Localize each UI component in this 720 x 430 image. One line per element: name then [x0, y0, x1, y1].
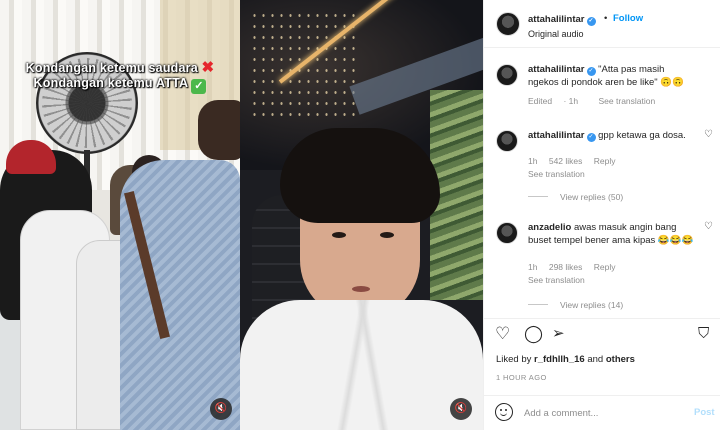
- right-video[interactable]: 🔇: [240, 0, 483, 430]
- emoji-icon[interactable]: [495, 403, 513, 421]
- like-comment-heart-icon[interactable]: ♡: [704, 129, 713, 140]
- left-video[interactable]: Kondangan ketemu saudara ✖ Kondangan ket…: [0, 0, 240, 430]
- comment-meta: Edited · 1h See translation: [528, 96, 664, 106]
- person-eye-left: [332, 232, 346, 238]
- check-mark-icon: ✓: [191, 79, 207, 94]
- comment-meta-2: See translation: [528, 169, 594, 179]
- reply-button[interactable]: Reply: [594, 262, 616, 272]
- liked-by: Liked by r_fdhllh_16 and others: [496, 354, 635, 365]
- see-translation-link[interactable]: See translation: [599, 96, 656, 106]
- liked-by-user[interactable]: r_fdhllh_16: [534, 354, 585, 365]
- avatar[interactable]: [496, 130, 518, 152]
- comments-list[interactable]: attahalilintar ✓ "Atta pas masih ngekos d…: [484, 48, 720, 316]
- username-text[interactable]: attahalilintar: [528, 14, 585, 25]
- heart-icon[interactable]: ♡: [495, 323, 510, 345]
- mute-button[interactable]: 🔇: [210, 398, 232, 420]
- comment-body: attahalilintar ✓ gpp ketawa ga dosa.: [528, 129, 696, 142]
- comment-text: gpp ketawa ga dosa.: [598, 130, 686, 141]
- comment-icon[interactable]: ◯: [524, 323, 543, 345]
- video-caption-line1: Kondangan ketemu saudara ✖: [0, 58, 240, 76]
- see-translation-link[interactable]: See translation: [528, 275, 585, 285]
- comment-likes[interactable]: 298 likes: [549, 262, 583, 272]
- edited-label: Edited · 1h: [528, 96, 579, 106]
- caption-line2-text: Kondangan ketemu ATTA: [33, 76, 188, 90]
- avatar[interactable]: [496, 64, 518, 86]
- add-comment-bar: Post: [484, 395, 720, 430]
- bookmark-icon[interactable]: ⛉: [698, 323, 709, 345]
- comment-time: 1h: [528, 262, 538, 272]
- liked-by-others[interactable]: others: [606, 354, 635, 365]
- post-actions: ♡ ◯ ➢ ⛉: [484, 318, 720, 348]
- audio-label[interactable]: Original audio: [528, 29, 584, 39]
- like-comment-heart-icon[interactable]: ♡: [704, 221, 713, 232]
- speaker-muted-icon: 🔇: [454, 403, 468, 414]
- avatar[interactable]: [496, 222, 518, 244]
- mute-button-right[interactable]: 🔇: [450, 398, 472, 420]
- video-caption-line2: Kondangan ketemu ATTA ✓: [0, 76, 240, 94]
- liked-by-and: and: [587, 354, 604, 365]
- comment-username[interactable]: attahalilintar: [528, 64, 585, 75]
- white-shirt: [240, 300, 483, 430]
- post-timestamp[interactable]: 1 HOUR AGO: [496, 373, 547, 382]
- comment-body: anzadelio awas masuk angin bang buset te…: [528, 221, 696, 247]
- comment-likes[interactable]: 542 likes: [549, 156, 583, 166]
- guest-blue-shirt: [120, 160, 240, 430]
- verified-badge-icon: ✓: [586, 133, 596, 142]
- comment-username[interactable]: attahalilintar: [528, 130, 585, 141]
- see-translation-link[interactable]: See translation: [528, 169, 585, 179]
- guest-blue-shirt-head: [198, 100, 240, 160]
- speaker-muted-icon: 🔇: [214, 403, 228, 414]
- caption-line1-text: Kondangan ketemu saudara: [25, 61, 198, 75]
- view-replies-button[interactable]: View replies (50): [528, 192, 623, 202]
- post-side-panel: attahalilintar ✓ • Follow Original audio …: [483, 0, 720, 430]
- comment-meta-2: See translation: [528, 275, 594, 285]
- person-mouth: [352, 286, 370, 292]
- person-eye-right: [380, 232, 394, 238]
- post-header: attahalilintar ✓ • Follow Original audio: [484, 0, 720, 48]
- verified-badge-icon: ✓: [586, 67, 596, 76]
- follow-button[interactable]: Follow: [613, 13, 643, 24]
- comment-body: attahalilintar ✓ "Atta pas masih ngekos d…: [528, 63, 696, 89]
- comment-meta: 1h 542 likes Reply: [528, 156, 625, 166]
- verified-badge-icon: ✓: [586, 17, 596, 26]
- share-icon[interactable]: ➢: [552, 323, 565, 345]
- liked-by-prefix: Liked by: [496, 354, 532, 365]
- comment-time: 1h: [528, 156, 538, 166]
- comment-input[interactable]: [524, 405, 674, 421]
- separator-dot: •: [604, 13, 608, 24]
- comment-meta: 1h 298 likes Reply: [528, 262, 625, 272]
- header-username[interactable]: attahalilintar ✓: [528, 14, 596, 26]
- comment-username[interactable]: anzadelio: [528, 222, 571, 233]
- cross-mark-icon: ✖: [201, 59, 215, 76]
- reply-button[interactable]: Reply: [594, 156, 616, 166]
- post-button[interactable]: Post: [694, 407, 715, 418]
- avatar[interactable]: [496, 12, 520, 36]
- view-replies-button[interactable]: View replies (14): [528, 300, 623, 310]
